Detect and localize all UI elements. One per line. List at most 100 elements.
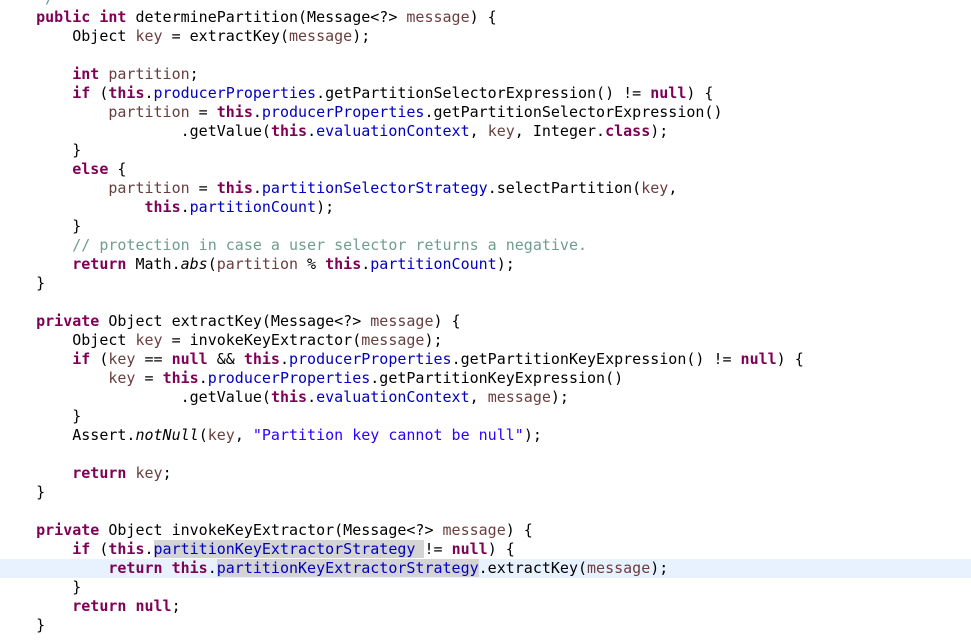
code-token: = xyxy=(189,103,217,121)
code-line[interactable]: if (this.producerProperties.getPartition… xyxy=(0,84,971,103)
code-token: . xyxy=(361,255,371,273)
code-editor-viewport[interactable]: */ public int determinePartition(Message… xyxy=(0,0,971,640)
code-token: else xyxy=(72,160,109,178)
code-token: this xyxy=(325,255,362,273)
code-line[interactable]: Assert.notNull(key, "Partition key canno… xyxy=(0,426,971,445)
code-token: .getPartitionKeyExpression() xyxy=(370,369,624,387)
code-line[interactable]: Object key = extractKey(message); xyxy=(0,27,971,46)
code-line[interactable]: return null; xyxy=(0,597,971,616)
code-line[interactable]: } xyxy=(0,483,971,502)
code-token: this xyxy=(108,84,145,102)
code-line[interactable]: } xyxy=(0,616,971,635)
code-token: if xyxy=(72,540,91,558)
code-token: && xyxy=(207,350,244,368)
code-line[interactable]: Object key = invokeKeyExtractor(message)… xyxy=(0,331,971,350)
code-token: return xyxy=(108,559,163,577)
code-line[interactable]: if (this.partitionKeyExtractorStrategy !… xyxy=(0,540,971,559)
code-line[interactable]: this.partitionCount); xyxy=(0,198,971,217)
code-token: ); xyxy=(496,255,515,273)
code-line[interactable]: } xyxy=(0,578,971,597)
code-line[interactable]: // protection in case a user selector re… xyxy=(0,236,971,255)
code-line[interactable]: return key; xyxy=(0,464,971,483)
code-token: ) { xyxy=(505,521,533,539)
code-line[interactable]: } xyxy=(0,407,971,426)
code-token: this xyxy=(216,179,253,197)
code-line[interactable] xyxy=(0,293,971,312)
code-token: .getPartitionSelectorExpression() != xyxy=(316,84,651,102)
code-token: key xyxy=(135,464,163,482)
code-token: .selectPartition( xyxy=(487,179,642,197)
code-line[interactable]: public int determinePartition(Message<?>… xyxy=(0,8,971,27)
code-token: private xyxy=(36,312,100,330)
code-line[interactable]: if (key == null && this.producerProperti… xyxy=(0,350,971,369)
source-code-area[interactable]: */ public int determinePartition(Message… xyxy=(0,0,971,635)
code-line[interactable]: key = this.producerProperties.getPartiti… xyxy=(0,369,971,388)
code-line[interactable] xyxy=(0,46,971,65)
code-token: } xyxy=(0,407,82,425)
code-line[interactable]: private Object invokeKeyExtractor(Messag… xyxy=(0,521,971,540)
code-line[interactable]: partition = this.partitionSelectorStrate… xyxy=(0,179,971,198)
code-token: Math. xyxy=(126,255,181,273)
code-token: , xyxy=(668,179,678,197)
code-token: ( xyxy=(207,255,217,273)
code-line[interactable]: } xyxy=(0,217,971,236)
code-token: ( xyxy=(90,84,109,102)
code-line[interactable]: else { xyxy=(0,160,971,179)
code-line[interactable]: } xyxy=(0,274,971,293)
code-token: Object extractKey(Message<?> xyxy=(99,312,371,330)
code-token: key xyxy=(135,27,163,45)
code-token: . xyxy=(180,198,190,216)
code-token: this xyxy=(108,540,145,558)
code-line[interactable]: return Math.abs(partition % this.partiti… xyxy=(0,255,971,274)
code-token: , Integer. xyxy=(514,122,606,140)
code-line[interactable]: */ xyxy=(0,0,971,8)
code-token: .getPartitionSelectorExpression() xyxy=(424,103,723,121)
code-token: . xyxy=(144,540,154,558)
code-token: ); xyxy=(650,559,669,577)
code-token: "Partition key cannot be null" xyxy=(252,426,524,444)
code-line[interactable]: partition = this.producerProperties.getP… xyxy=(0,103,971,122)
code-line[interactable] xyxy=(0,502,971,521)
code-token: } xyxy=(0,141,82,159)
code-token: key xyxy=(108,369,136,387)
code-token: partitionCount xyxy=(189,198,317,216)
code-token: this xyxy=(270,388,308,406)
code-token: ( xyxy=(198,426,208,444)
code-token: Object xyxy=(0,331,136,349)
code-token: } xyxy=(0,483,46,501)
code-token: producerProperties xyxy=(261,103,425,121)
code-token: , xyxy=(234,426,253,444)
code-line[interactable]: .getValue(this.evaluationContext, messag… xyxy=(0,388,971,407)
code-line[interactable]: int partition; xyxy=(0,65,971,84)
code-token: ; xyxy=(189,65,199,83)
code-token: null xyxy=(740,350,777,368)
code-token: message xyxy=(406,8,470,26)
code-token: producerProperties xyxy=(289,350,452,368)
code-line[interactable]: private Object extractKey(Message<?> mes… xyxy=(0,312,971,331)
code-line[interactable]: } xyxy=(0,141,971,160)
code-line[interactable]: .getValue(this.evaluationContext, key, I… xyxy=(0,122,971,141)
code-line-cursor[interactable]: return this.partitionKeyExtractorStrateg… xyxy=(0,559,971,578)
code-line[interactable] xyxy=(0,445,971,464)
code-token: this xyxy=(270,122,308,140)
code-token: abs xyxy=(180,255,208,273)
code-token: key xyxy=(487,122,515,140)
code-token: message xyxy=(289,27,353,45)
code-token: ); xyxy=(550,388,569,406)
code-token: = extractKey( xyxy=(162,27,289,45)
code-token: = invokeKeyExtractor( xyxy=(162,331,362,349)
code-token: if xyxy=(72,84,91,102)
code-token: .extractKey( xyxy=(478,559,588,577)
code-token: message xyxy=(442,521,506,539)
code-token: ); xyxy=(316,198,335,216)
code-token: // protection in case a user selector re… xyxy=(72,236,588,254)
code-token: } xyxy=(0,274,46,292)
